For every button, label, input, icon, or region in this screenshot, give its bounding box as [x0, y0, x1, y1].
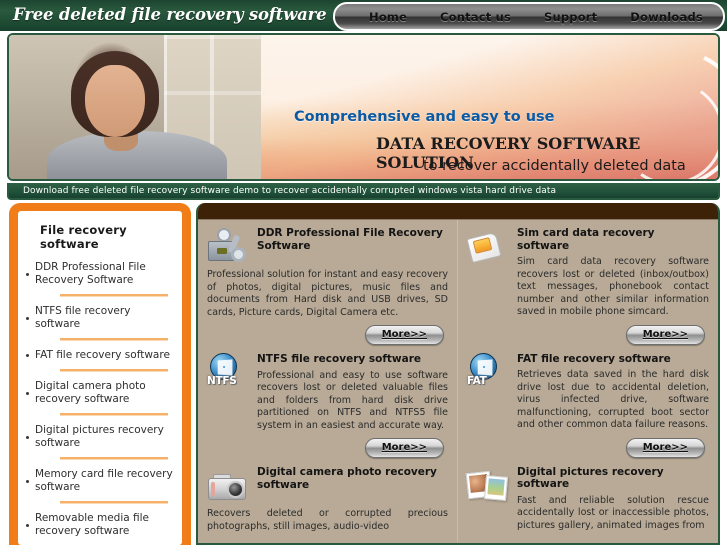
- banner-headline-small: Comprehensive and easy to use: [294, 109, 555, 125]
- sidebar-title: File recovery software: [40, 223, 127, 251]
- sidebar-item-digital-camera-photo[interactable]: Digital camera photo recovery software: [26, 380, 174, 406]
- product-card-fat: FAT FAT file recovery software Retrieves…: [467, 352, 709, 458]
- more-button-ddr-professional[interactable]: More>>: [364, 325, 444, 345]
- ddr-recovery-icon: [207, 227, 249, 269]
- product-description: Professional and easy to use software re…: [257, 369, 448, 431]
- product-description: Sim card data recovery software recovers…: [517, 256, 709, 317]
- sidebar-item-memory-card[interactable]: Memory card file recovery software: [26, 468, 174, 494]
- bullet-icon: [26, 468, 35, 494]
- tagline-text: Download free deleted file recovery soft…: [23, 186, 557, 196]
- ntfs-windows-icon: NTFS: [207, 353, 249, 395]
- product-description: Professional solution for instant and ea…: [207, 269, 448, 318]
- fat-windows-icon: FAT: [467, 352, 509, 395]
- product-description: Retrieves data saved in the hard disk dr…: [517, 369, 709, 430]
- bullet-icon: [26, 424, 35, 450]
- nav-item-support[interactable]: Support: [538, 10, 603, 24]
- sidebar: File recovery software DDR Professional …: [9, 203, 191, 545]
- banner-woman-photo: [9, 35, 261, 179]
- sidebar-item-label[interactable]: Memory card file recovery software: [35, 468, 174, 494]
- bullet-icon: [26, 349, 35, 362]
- site-header: Free deleted file recovery software .com…: [0, 0, 727, 31]
- sidebar-item-digital-pictures[interactable]: Digital pictures recovery software: [26, 424, 174, 450]
- product-card-digital-pictures: Digital pictures recovery software Fast …: [465, 465, 709, 533]
- product-card-ddr-professional: DDR Professional File Recovery Software …: [207, 227, 448, 345]
- sidebar-item-label[interactable]: DDR Professional File Recovery Software: [35, 261, 174, 287]
- bullet-icon: [26, 305, 35, 331]
- sidebar-item-label[interactable]: Removable media file recovery software: [35, 512, 174, 538]
- product-description: Recovers deleted or corrupted precious p…: [207, 508, 448, 532]
- sidebar-item-removable-media[interactable]: Removable media file recovery software: [26, 512, 174, 538]
- hero-banner: Comprehensive and easy to use DATA RECOV…: [7, 33, 720, 181]
- sidebar-divider: [60, 294, 168, 297]
- sidebar-item-label[interactable]: NTFS file recovery software: [35, 305, 174, 331]
- sidebar-item-label[interactable]: Digital camera photo recovery software: [35, 380, 174, 406]
- sidebar-item-label[interactable]: Digital pictures recovery software: [35, 424, 174, 450]
- product-title: FAT file recovery software: [517, 352, 671, 365]
- product-card-ntfs: NTFS NTFS file recovery software Profess…: [207, 353, 448, 458]
- panel-header-bar: [198, 203, 718, 220]
- digital-camera-icon: [207, 466, 249, 508]
- digital-pictures-icon: [465, 466, 509, 508]
- product-title: Digital camera photo recovery software: [257, 466, 437, 491]
- more-button-sim-card[interactable]: More>>: [625, 324, 705, 345]
- product-title: DDR Professional File Recovery Software: [257, 227, 443, 252]
- bullet-icon: [26, 261, 35, 287]
- sidebar-divider: [60, 369, 168, 372]
- product-card-digital-camera-photo: Digital camera photo recovery software R…: [207, 466, 448, 533]
- product-title: Digital pictures recovery software: [517, 465, 664, 491]
- bullet-icon: [26, 380, 35, 406]
- product-description: Fast and reliable solution rescue accide…: [517, 494, 709, 531]
- more-button-ntfs[interactable]: More>>: [364, 438, 444, 458]
- sidebar-divider: [60, 457, 168, 460]
- main-content-panel: DDR Professional File Recovery Software …: [196, 203, 720, 545]
- sim-card-icon: [466, 227, 509, 269]
- more-button-fat[interactable]: More>>: [625, 437, 705, 458]
- nav-item-contact-us[interactable]: Contact us: [434, 10, 517, 24]
- sidebar-divider: [60, 501, 168, 504]
- sidebar-item-label[interactable]: FAT file recovery software: [35, 349, 170, 362]
- page-root: Free deleted file recovery software .com…: [0, 0, 727, 545]
- sidebar-item-ntfs[interactable]: NTFS file recovery software: [26, 305, 174, 331]
- product-column-left: DDR Professional File Recovery Software …: [198, 220, 458, 542]
- sidebar-item-ddr-professional[interactable]: DDR Professional File Recovery Software: [26, 261, 174, 287]
- nav-item-downloads[interactable]: Downloads: [624, 10, 709, 24]
- bullet-icon: [26, 512, 35, 538]
- sidebar-divider: [60, 413, 168, 416]
- sidebar-divider: [60, 338, 168, 341]
- tagline-bar: Download free deleted file recovery soft…: [7, 183, 720, 200]
- nav-item-home[interactable]: Home: [363, 10, 413, 24]
- banner-headline-sub: to recover accidentally deleted data: [423, 158, 686, 174]
- site-logo: Free deleted file recovery software .com: [13, 5, 376, 24]
- sidebar-item-fat[interactable]: FAT file recovery software: [26, 349, 174, 362]
- product-column-right: Sim card data recovery software Sim card…: [458, 220, 718, 542]
- product-title: NTFS file recovery software: [257, 353, 422, 365]
- main-navigation: Home Contact us Support Downloads: [333, 2, 725, 31]
- product-title: Sim card data recovery software: [517, 227, 655, 252]
- sidebar-inner: File recovery software DDR Professional …: [18, 211, 182, 545]
- product-card-sim-card: Sim card data recovery software Sim card…: [466, 227, 709, 345]
- photo-face: [85, 65, 145, 137]
